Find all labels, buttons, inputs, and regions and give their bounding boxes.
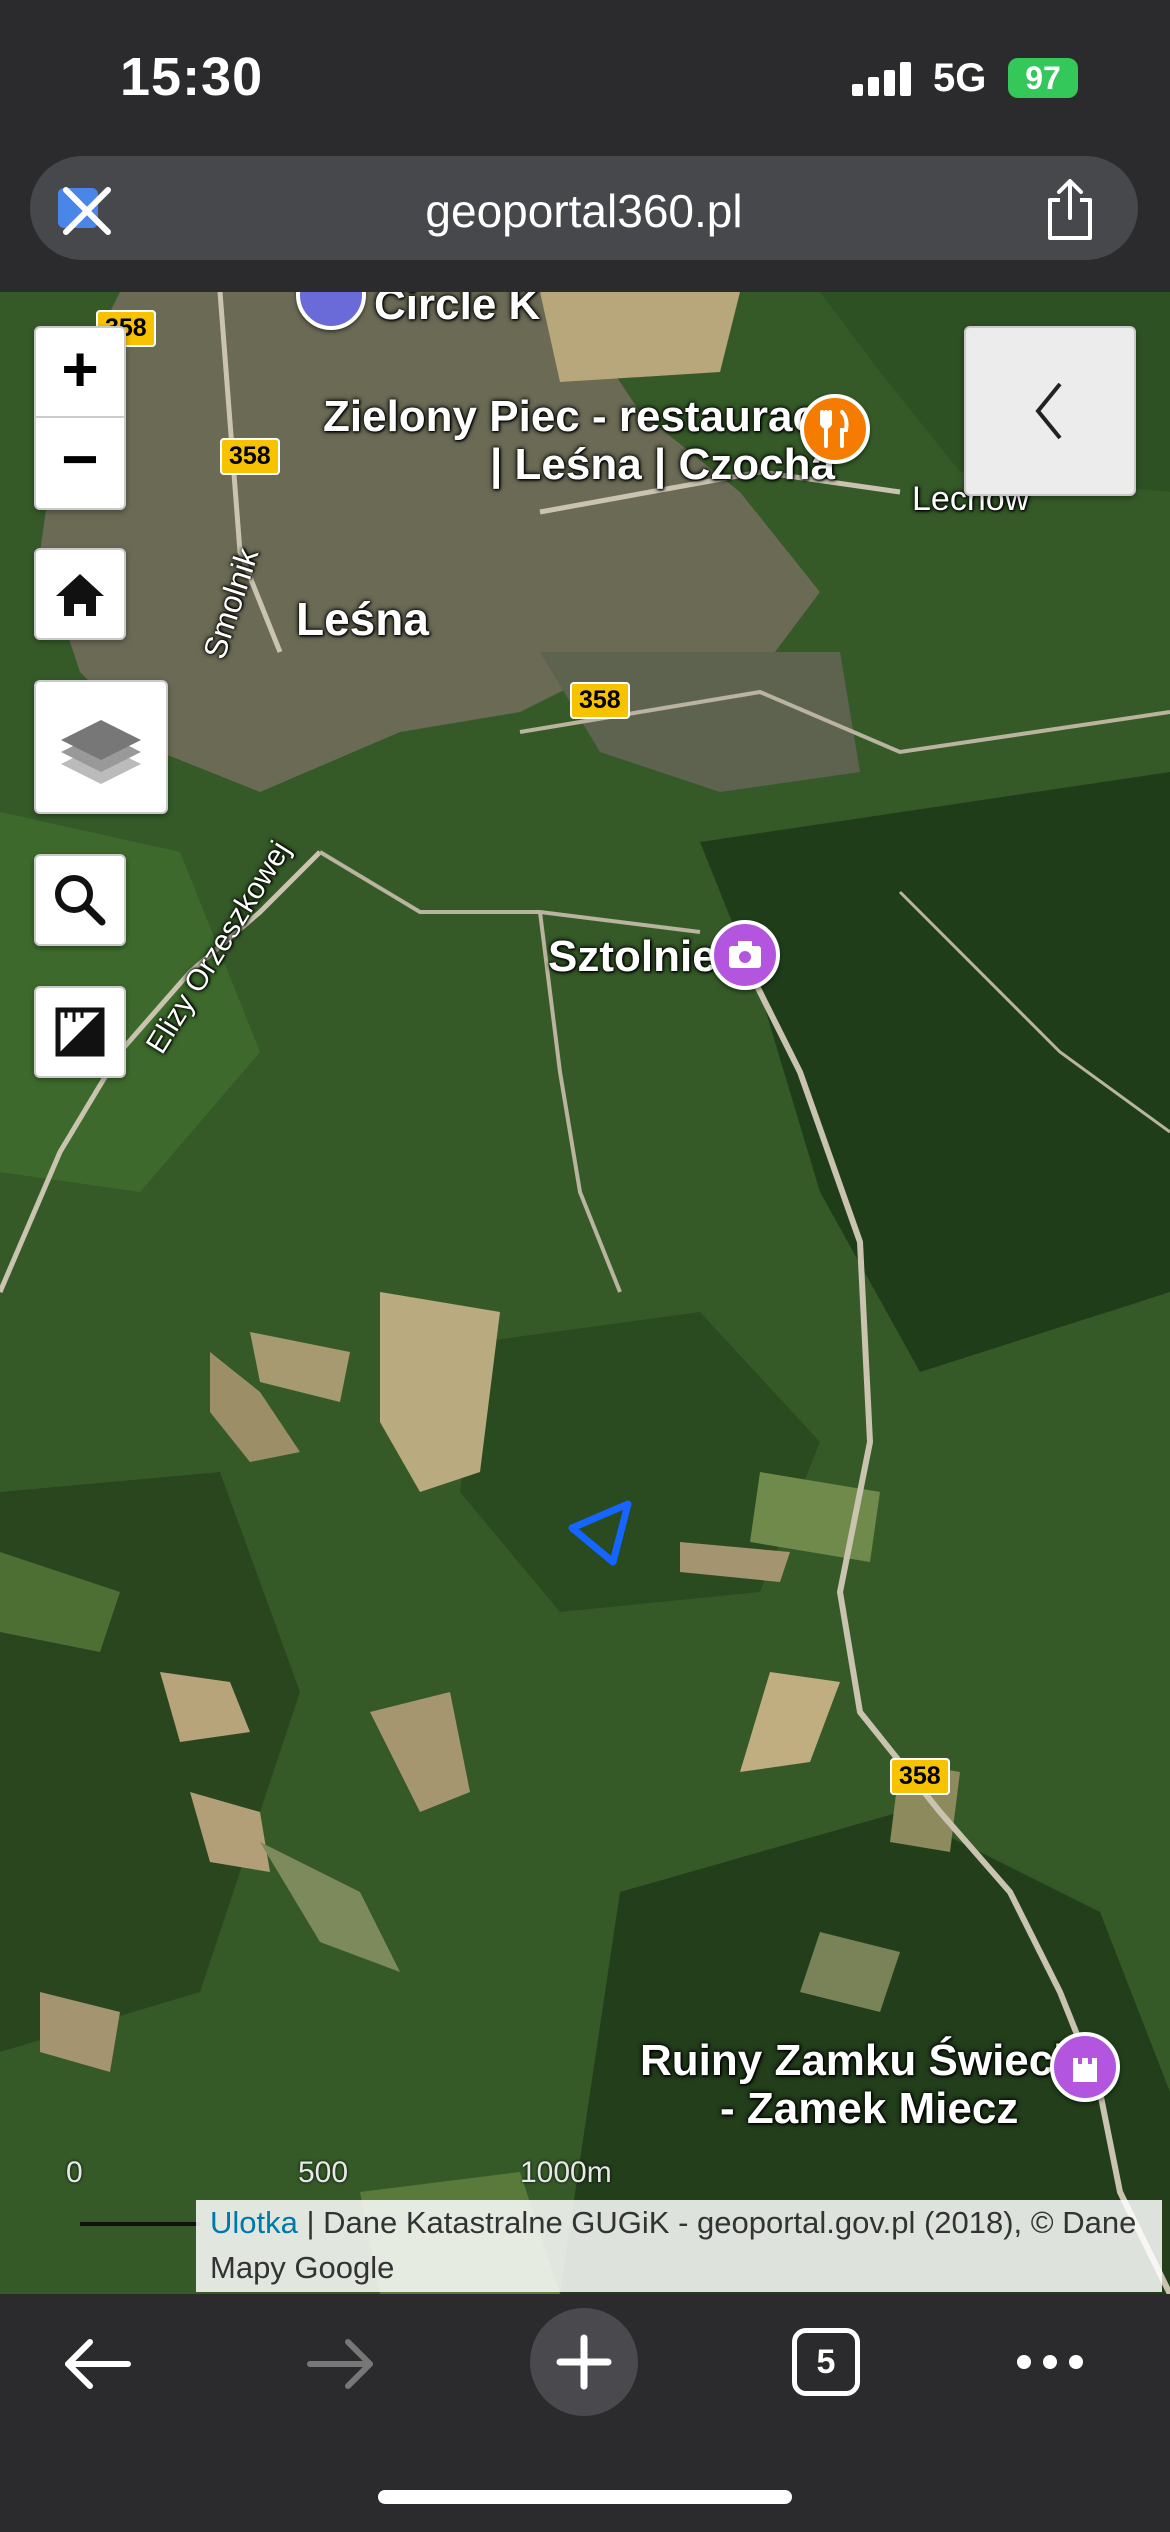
attribution-link[interactable]: Ulotka <box>210 2205 298 2240</box>
share-icon[interactable] <box>1042 178 1098 242</box>
road-shield-358: 358 <box>220 438 280 475</box>
search-button[interactable] <box>34 854 126 946</box>
road-shield-358: 358 <box>890 1758 950 1795</box>
browser-bottom-bar: 5 <box>0 2294 1170 2532</box>
restaurant-pin[interactable] <box>800 394 870 464</box>
satellite-imagery <box>0 292 1170 2294</box>
ruler-icon <box>55 1007 105 1057</box>
label-lesna[interactable]: Leśna <box>296 592 429 646</box>
road-shield-358: 358 <box>570 682 630 719</box>
tabs-icon: 5 <box>816 2343 836 2381</box>
map-view[interactable]: Circle K Zielony Piec - restauracja | Le… <box>0 292 1170 2294</box>
signal-icon <box>852 62 912 96</box>
new-tab-plus-icon <box>556 2334 612 2390</box>
address-bar[interactable]: geoportal360.pl <box>30 156 1138 260</box>
home-indicator <box>378 2490 792 2504</box>
home-icon <box>56 574 104 616</box>
status-time: 15:30 <box>120 47 264 107</box>
label-ruiny[interactable]: Ruiny Zamku Świecie <box>640 2036 1090 2086</box>
zoom-in-button[interactable]: + <box>36 328 124 418</box>
battery-indicator: 97 <box>1008 58 1078 98</box>
more-icon <box>1017 2355 1083 2369</box>
status-bar: 15:30 5G 97 <box>0 0 1170 150</box>
scale-label-0: 0 <box>66 2156 83 2189</box>
more-button[interactable] <box>1014 2350 1086 2374</box>
layers-icon <box>61 720 141 784</box>
home-button[interactable] <box>34 548 126 640</box>
scale-label-1000m: 1000m <box>520 2156 612 2189</box>
url-text[interactable]: geoportal360.pl <box>30 184 1138 238</box>
back-arrow-icon[interactable] <box>58 2324 138 2404</box>
attribution-text: | Dane Katastralne GUGiK - geoportal.gov… <box>210 2205 1137 2285</box>
forward-arrow-icon[interactable] <box>300 2324 380 2404</box>
browser-toolbar: geoportal360.pl <box>0 150 1170 292</box>
label-ruiny-line2[interactable]: - Zamek Miecz <box>720 2084 1018 2134</box>
layers-button[interactable] <box>34 680 168 814</box>
zoom-out-button[interactable]: − <box>36 418 124 506</box>
sidebar-toggle-button[interactable] <box>964 326 1136 496</box>
search-icon <box>55 875 106 926</box>
attribution: Ulotka | Dane Katastralne GUGiK - geopor… <box>196 2200 1162 2292</box>
attraction-pin-castle[interactable] <box>1050 2032 1120 2102</box>
scale-bar <box>80 2222 200 2226</box>
new-tab-button[interactable] <box>530 2308 638 2416</box>
label-sztolnie[interactable]: Sztolnie <box>548 932 717 982</box>
chevron-left-icon <box>1035 382 1062 440</box>
battery-level: 97 <box>1025 60 1061 96</box>
label-circle-k[interactable]: Circle K <box>374 292 540 330</box>
label-restaurant[interactable]: Zielony Piec - restauracja <box>323 392 854 442</box>
scale-label-500: 500 <box>298 2156 349 2189</box>
label-restaurant-line2[interactable]: | Leśna | Czocha <box>490 440 835 490</box>
measure-button[interactable] <box>34 986 126 1078</box>
zoom-control: + − <box>34 326 126 510</box>
attraction-pin-sztolnie[interactable] <box>710 920 780 990</box>
network-type: 5G <box>933 56 987 100</box>
tabs-button[interactable]: 5 <box>792 2328 860 2396</box>
